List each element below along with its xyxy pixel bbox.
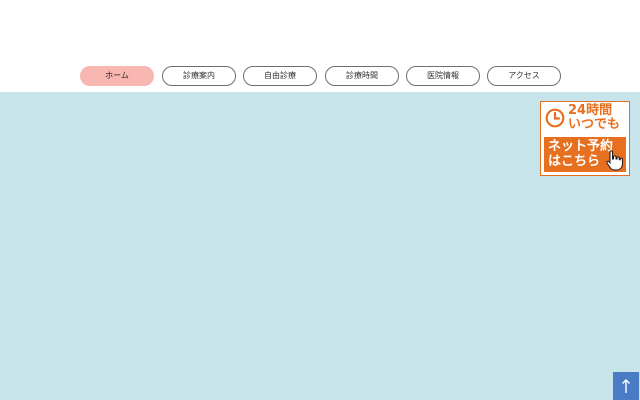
global-nav: ホーム 診療案内 自由診療 診療時間 医院情報 アクセス bbox=[0, 66, 640, 86]
reservation-banner-top: 24時間 いつでも bbox=[541, 102, 629, 135]
arrow-up-icon bbox=[622, 379, 630, 393]
reservation-banner-bottom: ネット予約 はこちら bbox=[544, 137, 626, 172]
back-to-top-button[interactable] bbox=[613, 372, 639, 400]
nav-item-treatment-info[interactable]: 診療案内 bbox=[162, 66, 236, 86]
online-reservation-banner[interactable]: 24時間 いつでも ネット予約 はこちら bbox=[540, 101, 630, 176]
nav-item-self-pay-treatment[interactable]: 自由診療 bbox=[243, 66, 317, 86]
clock-icon bbox=[545, 108, 565, 128]
pointing-hand-icon bbox=[606, 150, 623, 171]
nav-item-clinic-info[interactable]: 医院情報 bbox=[406, 66, 480, 86]
reservation-text-click-here: はこちら bbox=[548, 154, 601, 169]
reservation-text-anytime: いつでも bbox=[568, 117, 621, 132]
nav-item-office-hours[interactable]: 診療時間 bbox=[325, 66, 399, 86]
reservation-text-24h: 24時間 bbox=[568, 103, 613, 118]
nav-item-home[interactable]: ホーム bbox=[80, 66, 154, 86]
nav-item-access[interactable]: アクセス bbox=[487, 66, 561, 86]
